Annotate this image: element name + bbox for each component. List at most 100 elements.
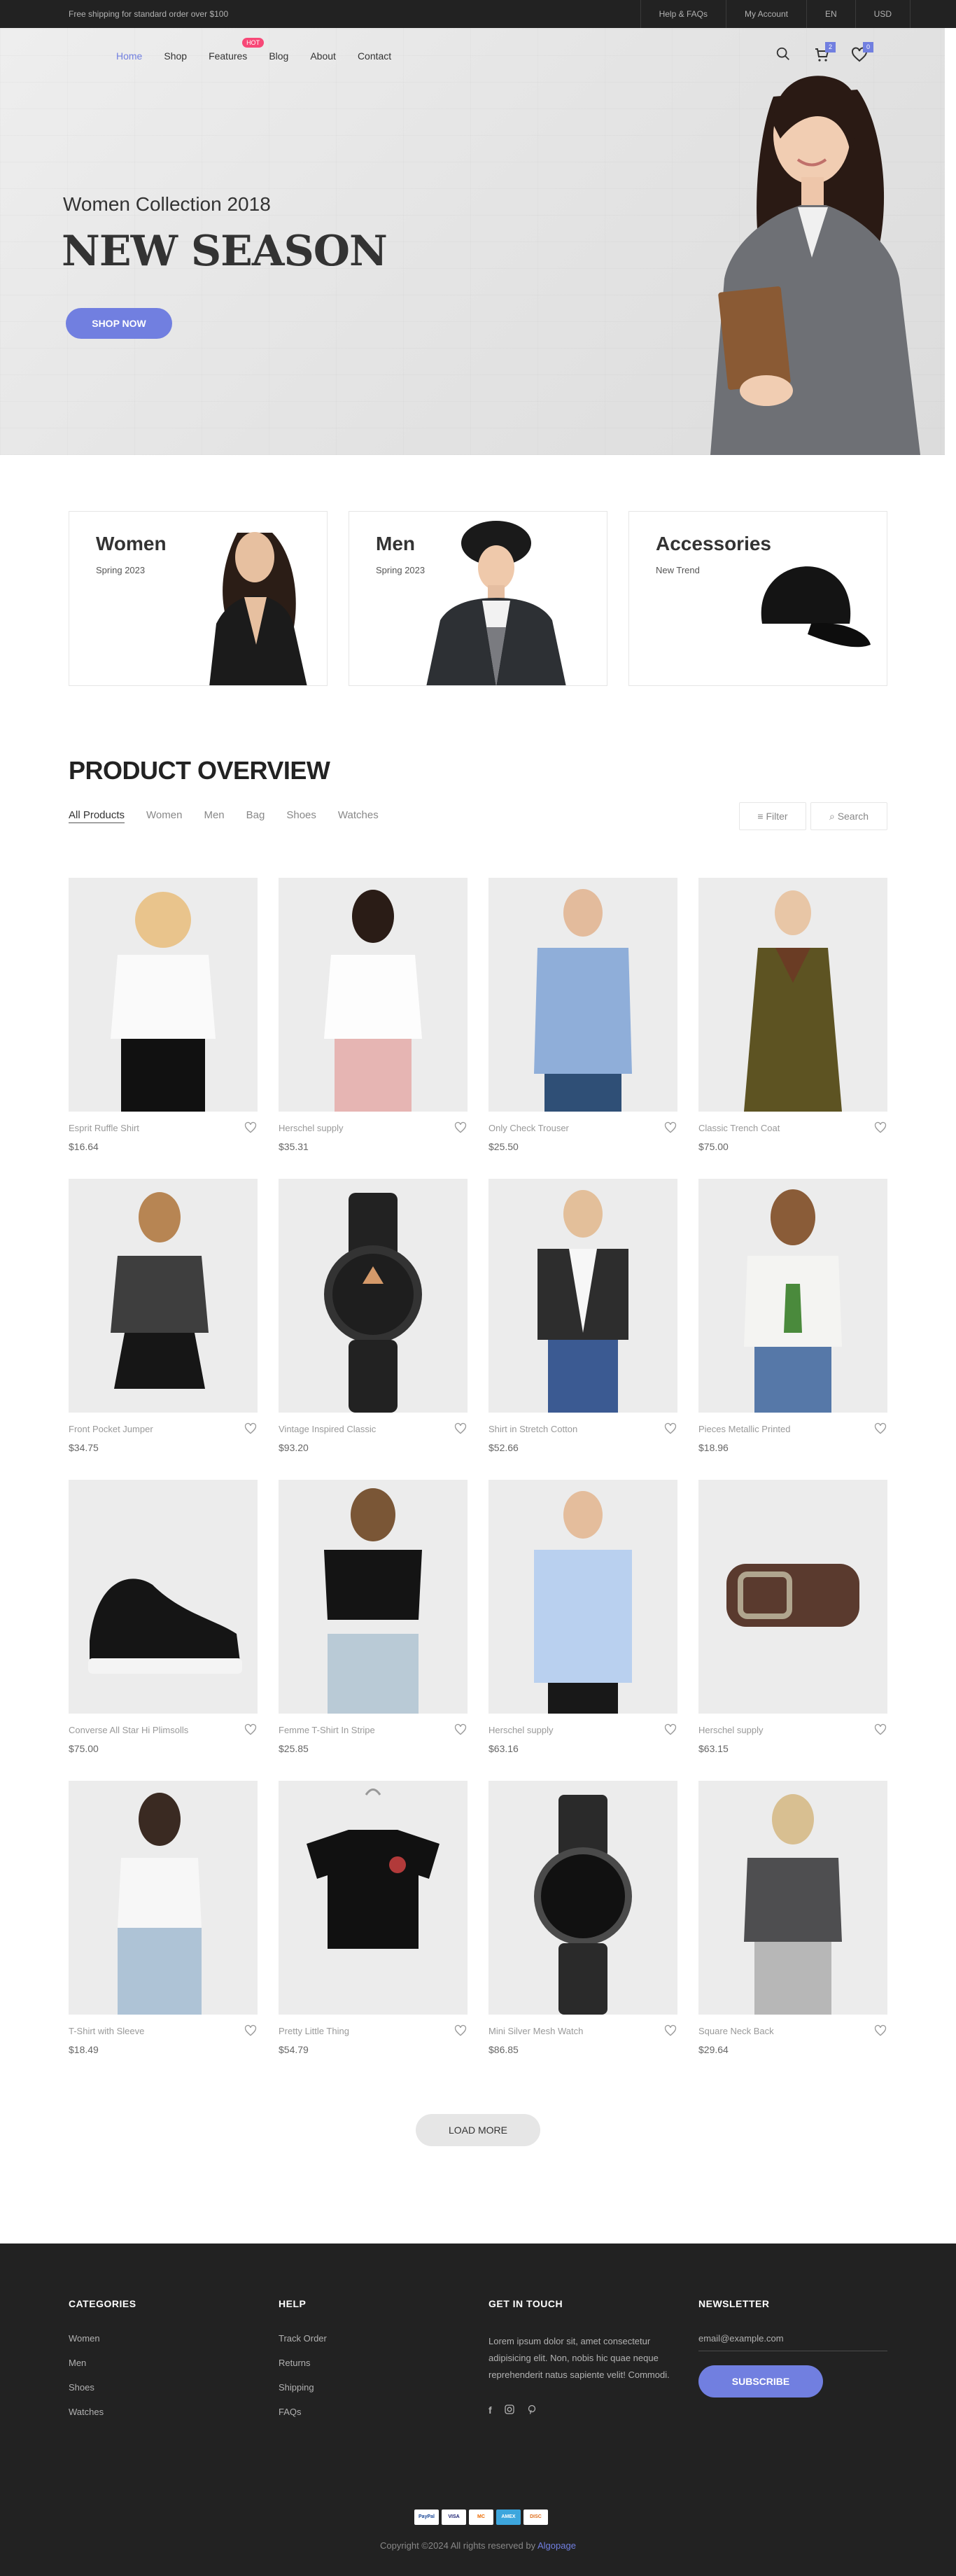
filter-watches[interactable]: Watches [338,809,379,823]
product-card[interactable]: Converse All Star Hi Plimsolls $75.00 [69,1480,258,1754]
product-image[interactable] [488,1781,677,2015]
product-name[interactable]: Classic Trench Coat [698,1123,780,1133]
wishlist-heart-icon[interactable] [454,1723,468,1737]
wishlist-heart-icon[interactable] [454,1422,468,1436]
my-account-link[interactable]: My Account [725,0,806,28]
load-more-button[interactable]: LOAD MORE [416,2114,540,2146]
product-card[interactable]: Square Neck Back $29.64 [698,1781,887,2055]
wishlist-heart-icon[interactable] [663,2024,677,2038]
nav-features[interactable]: Features HOT [209,38,265,62]
product-name[interactable]: Shirt in Stretch Cotton [488,1424,577,1434]
filter-bag[interactable]: Bag [246,809,265,823]
wishlist-heart-icon[interactable] [873,2024,887,2038]
product-name[interactable]: Herschel supply [488,1725,554,1735]
product-image[interactable] [488,878,677,1112]
product-card[interactable]: Herschel supply $63.16 [488,1480,677,1754]
footer-link-shipping[interactable]: Shipping [279,2382,327,2393]
wishlist-heart-icon[interactable] [663,1723,677,1737]
product-card[interactable]: Front Pocket Jumper $34.75 [69,1179,258,1453]
product-name[interactable]: Only Check Trouser [488,1123,569,1133]
filter-all-products[interactable]: All Products [69,809,125,823]
product-image[interactable] [698,878,887,1112]
filter-shoes[interactable]: Shoes [286,809,316,823]
category-card-men[interactable]: Men Spring 2023 [349,511,607,686]
product-image[interactable] [279,878,468,1112]
wishlist-heart-icon[interactable] [244,2024,258,2038]
product-image[interactable] [279,1179,468,1413]
filter-women[interactable]: Women [146,809,182,823]
product-name[interactable]: Femme T-Shirt In Stripe [279,1725,375,1735]
help-faqs-link[interactable]: Help & FAQs [640,0,726,28]
search-button[interactable]: ⌕ Search [810,802,887,830]
currency-select[interactable]: USD [855,0,911,28]
language-select[interactable]: EN [806,0,855,28]
product-name[interactable]: Esprit Ruffle Shirt [69,1123,139,1133]
wishlist-heart-icon[interactable] [244,1723,258,1737]
filter-men[interactable]: Men [204,809,224,823]
category-card-accessories[interactable]: Accessories New Trend [628,511,887,686]
product-card[interactable]: Pretty Little Thing $54.79 [279,1781,468,2055]
wishlist-heart-icon[interactable] [873,1422,887,1436]
subscribe-button[interactable]: SUBSCRIBE [698,2365,823,2398]
wishlist-heart-icon[interactable] [663,1121,677,1135]
product-name[interactable]: Front Pocket Jumper [69,1424,153,1434]
newsletter-email-input[interactable]: email@example.com [698,2333,887,2351]
filter-button[interactable]: ≡ Filter [739,802,806,830]
wishlist-heart-icon[interactable] [873,1723,887,1737]
wishlist-heart-icon[interactable] [244,1121,258,1135]
wishlist-heart-icon[interactable] [663,1422,677,1436]
footer-link-shoes[interactable]: Shoes [69,2382,136,2393]
footer-link-returns[interactable]: Returns [279,2358,327,2368]
nav-home[interactable]: Home [116,50,142,62]
product-image[interactable] [698,1179,887,1413]
nav-shop[interactable]: Shop [164,50,187,62]
product-card[interactable]: T-Shirt with Sleeve $18.49 [69,1781,258,2055]
facebook-icon[interactable]: f [488,2404,492,2416]
footer-link-men[interactable]: Men [69,2358,136,2368]
product-card[interactable]: Femme T-Shirt In Stripe $25.85 [279,1480,468,1754]
pinterest-icon[interactable] [527,2404,537,2414]
product-name[interactable]: Pretty Little Thing [279,2026,349,2036]
product-name[interactable]: T-Shirt with Sleeve [69,2026,144,2036]
product-name[interactable]: Converse All Star Hi Plimsolls [69,1725,188,1735]
product-image[interactable] [698,1781,887,2015]
product-image[interactable] [69,1480,258,1714]
product-name[interactable]: Pieces Metallic Printed [698,1424,791,1434]
product-card[interactable]: Pieces Metallic Printed $18.96 [698,1179,887,1453]
product-image[interactable] [488,1480,677,1714]
category-card-women[interactable]: Women Spring 2023 [69,511,328,686]
product-name[interactable]: Vintage Inspired Classic [279,1424,376,1434]
product-card[interactable]: Herschel supply $63.15 [698,1480,887,1754]
brand-link[interactable]: Algopage [537,2540,576,2551]
footer-link-faqs[interactable]: FAQs [279,2407,327,2417]
product-card[interactable]: Herschel supply $35.31 [279,878,468,1152]
nav-about[interactable]: About [310,50,336,62]
product-image[interactable] [69,1781,258,2015]
product-name[interactable]: Herschel supply [698,1725,764,1735]
wishlist-heart-icon[interactable] [873,1121,887,1135]
product-name[interactable]: Herschel supply [279,1123,344,1133]
product-card[interactable]: Classic Trench Coat $75.00 [698,878,887,1152]
product-image[interactable] [69,878,258,1112]
product-name[interactable]: Mini Silver Mesh Watch [488,2026,583,2036]
product-card[interactable]: Only Check Trouser $25.50 [488,878,677,1152]
instagram-icon[interactable] [505,2404,514,2414]
product-card[interactable]: Shirt in Stretch Cotton $52.66 [488,1179,677,1453]
wishlist-heart-icon[interactable] [454,1121,468,1135]
wishlist-heart-icon[interactable] [454,2024,468,2038]
product-image[interactable] [279,1781,468,2015]
footer-link-women[interactable]: Women [69,2333,136,2344]
product-image[interactable] [488,1179,677,1413]
wishlist-heart-icon[interactable] [244,1422,258,1436]
footer-link-watches[interactable]: Watches [69,2407,136,2417]
footer-link-track-order[interactable]: Track Order [279,2333,327,2344]
product-card[interactable]: Vintage Inspired Classic $93.20 [279,1179,468,1453]
product-name[interactable]: Square Neck Back [698,2026,774,2036]
product-card[interactable]: Mini Silver Mesh Watch $86.85 [488,1781,677,2055]
product-card[interactable]: Esprit Ruffle Shirt $16.64 [69,878,258,1152]
nav-contact[interactable]: Contact [358,50,391,62]
product-image[interactable] [698,1480,887,1714]
product-image[interactable] [279,1480,468,1714]
nav-blog[interactable]: Blog [269,50,288,62]
shop-now-button[interactable]: SHOP NOW [66,308,172,339]
